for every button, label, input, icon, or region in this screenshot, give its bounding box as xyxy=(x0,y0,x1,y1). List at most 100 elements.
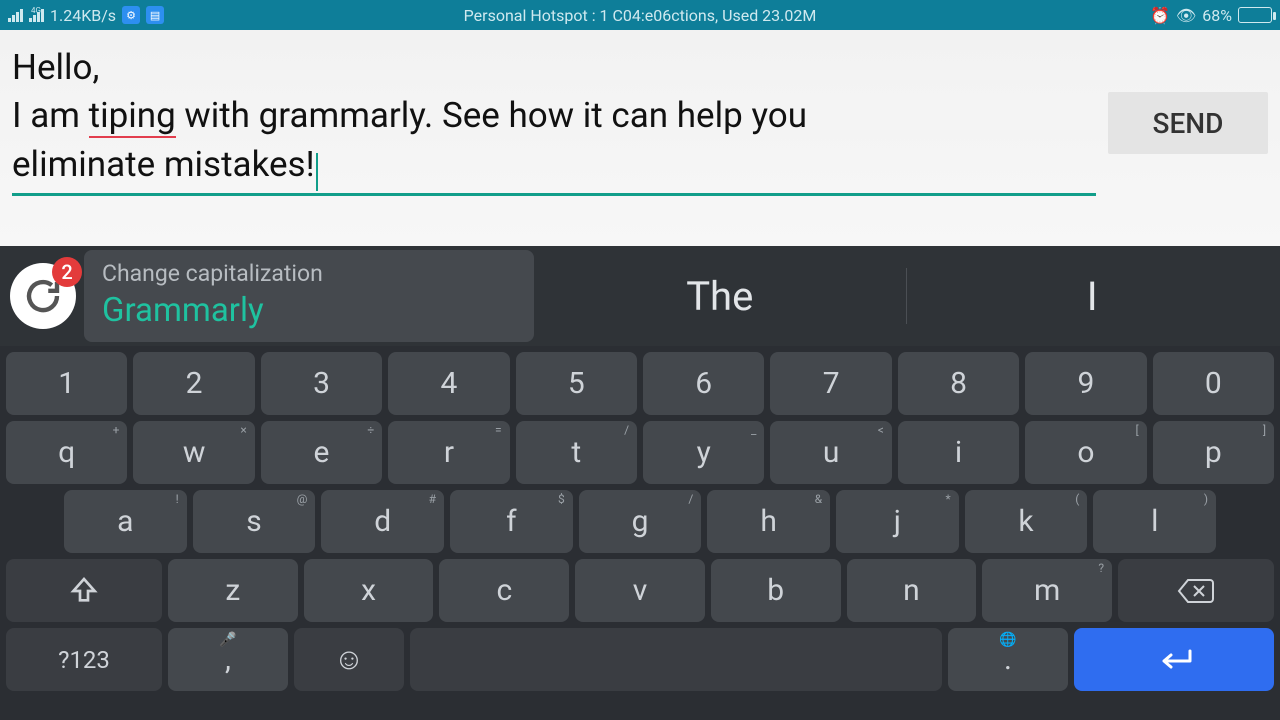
suggestion-card[interactable]: Change capitalization Grammarly xyxy=(84,250,534,342)
globe-icon: 🌐 xyxy=(999,632,1016,648)
emoji-key[interactable]: ☺ xyxy=(294,628,404,691)
issue-count-badge: 2 xyxy=(52,257,82,287)
key-d[interactable]: d# xyxy=(321,490,444,553)
key-j[interactable]: j* xyxy=(836,490,959,553)
key-sup: ] xyxy=(1263,423,1266,437)
alarm-icon: ⏰ xyxy=(1150,6,1170,25)
period-key[interactable]: 🌐. xyxy=(948,628,1068,691)
key-f[interactable]: f$ xyxy=(450,490,573,553)
suggestion-title: Change capitalization xyxy=(102,260,516,287)
key-sup: ( xyxy=(1075,492,1079,506)
key-sup: @ xyxy=(297,492,308,506)
key-i[interactable]: i xyxy=(898,421,1019,484)
key-sup: ) xyxy=(1204,492,1208,506)
battery-percentage: 68% xyxy=(1202,6,1232,25)
eye-icon: 👁 xyxy=(1176,6,1196,25)
key-z[interactable]: z xyxy=(168,559,298,622)
signal-icon xyxy=(8,9,23,22)
key-y[interactable]: y_ xyxy=(643,421,764,484)
key-sup: [ xyxy=(1135,423,1138,437)
key-sup: $ xyxy=(558,492,565,506)
symbols-key[interactable]: ?123 xyxy=(6,628,162,691)
key-m[interactable]: m? xyxy=(982,559,1112,622)
key-v[interactable]: v xyxy=(575,559,705,622)
compose-area: Hello, I am tiping with grammarly. See h… xyxy=(0,30,1280,246)
grammarly-icon[interactable]: 2 xyxy=(10,263,76,329)
key-8[interactable]: 8 xyxy=(898,352,1019,415)
key-b[interactable]: b xyxy=(711,559,841,622)
key-q[interactable]: q+ xyxy=(6,421,127,484)
key-sup: = xyxy=(495,423,502,437)
battery-icon xyxy=(1238,7,1272,23)
enter-key[interactable] xyxy=(1074,628,1274,691)
key-t[interactable]: t/ xyxy=(516,421,637,484)
key-p[interactable]: p] xyxy=(1153,421,1274,484)
key-4[interactable]: 4 xyxy=(388,352,509,415)
key-2[interactable]: 2 xyxy=(133,352,254,415)
status-bar: 4G 1.24KB/s ⚙ ▤ Personal Hotspot : 1 C04… xyxy=(0,0,1280,30)
key-e[interactable]: e÷ xyxy=(261,421,382,484)
key-sup: ! xyxy=(176,492,179,506)
key-5[interactable]: 5 xyxy=(516,352,637,415)
key-w[interactable]: w× xyxy=(133,421,254,484)
message-line2-after: with grammarly. See how it can help you xyxy=(176,95,807,136)
key-sup: < xyxy=(878,423,884,437)
key-h[interactable]: h& xyxy=(707,490,830,553)
key-sup: & xyxy=(815,492,822,506)
shift-key[interactable] xyxy=(6,559,162,622)
suggestion-bar: 2 Change capitalization Grammarly The I xyxy=(0,246,1280,346)
key-c[interactable]: c xyxy=(439,559,569,622)
keyboard: 1234567890 q+w×e÷r=t/y_u<io[p] a!s@d#f$g… xyxy=(0,346,1280,699)
text-caret xyxy=(316,153,318,191)
status-right: ⏰ 👁 68% xyxy=(1150,6,1272,25)
key-1[interactable]: 1 xyxy=(6,352,127,415)
key-9[interactable]: 9 xyxy=(1025,352,1146,415)
key-u[interactable]: u< xyxy=(770,421,891,484)
key-sup: ? xyxy=(1098,561,1104,575)
sim1-icon: ⚙ xyxy=(122,6,140,24)
key-l[interactable]: l) xyxy=(1093,490,1216,553)
number-row: 1234567890 xyxy=(6,352,1274,415)
key-r[interactable]: r= xyxy=(388,421,509,484)
asdf-row: a!s@d#f$g/h&j*k(l) xyxy=(6,490,1274,553)
key-sup: _ xyxy=(751,423,756,437)
key-0[interactable]: 0 xyxy=(1153,352,1274,415)
network-speed: 1.24KB/s xyxy=(50,6,116,25)
message-input[interactable]: Hello, I am tiping with grammarly. See h… xyxy=(12,44,1096,196)
key-sup: + xyxy=(113,423,120,437)
misspelled-word[interactable]: tiping xyxy=(89,95,176,138)
suggestion-correction: Grammarly xyxy=(102,291,516,330)
prediction-2[interactable]: I xyxy=(915,273,1271,320)
comma-key[interactable]: 🎤, xyxy=(168,628,288,691)
key-6[interactable]: 6 xyxy=(643,352,764,415)
status-left: 4G 1.24KB/s ⚙ ▤ xyxy=(8,6,164,25)
prediction-1[interactable]: The xyxy=(542,273,898,320)
mic-icon: 🎤 xyxy=(219,632,236,648)
sim2-icon: ▤ xyxy=(146,6,164,24)
send-button[interactable]: SEND xyxy=(1108,92,1268,154)
qwerty-row: q+w×e÷r=t/y_u<io[p] xyxy=(6,421,1274,484)
key-sup: # xyxy=(429,492,436,506)
key-sup: / xyxy=(688,492,693,506)
key-g[interactable]: g/ xyxy=(579,490,702,553)
message-line1: Hello, xyxy=(12,47,99,88)
key-sup: × xyxy=(240,423,246,437)
zxcv-row: zxcvbnm? xyxy=(6,559,1274,622)
key-s[interactable]: s@ xyxy=(193,490,316,553)
backspace-key[interactable] xyxy=(1118,559,1274,622)
key-a[interactable]: a! xyxy=(64,490,187,553)
key-7[interactable]: 7 xyxy=(770,352,891,415)
key-k[interactable]: k( xyxy=(965,490,1088,553)
suggestion-divider xyxy=(906,268,907,324)
bottom-row: ?123 🎤, ☺ 🌐. xyxy=(6,628,1274,691)
key-x[interactable]: x xyxy=(304,559,434,622)
key-3[interactable]: 3 xyxy=(261,352,382,415)
message-line3: eliminate mistakes! xyxy=(12,144,315,185)
key-o[interactable]: o[ xyxy=(1025,421,1146,484)
key-n[interactable]: n xyxy=(847,559,977,622)
space-key[interactable] xyxy=(410,628,942,691)
key-sup: / xyxy=(624,423,629,437)
key-sup: ÷ xyxy=(367,423,374,437)
status-center-text: Personal Hotspot : 1 C04:e06ctions, Used… xyxy=(464,6,817,25)
key-sup: * xyxy=(946,492,951,506)
